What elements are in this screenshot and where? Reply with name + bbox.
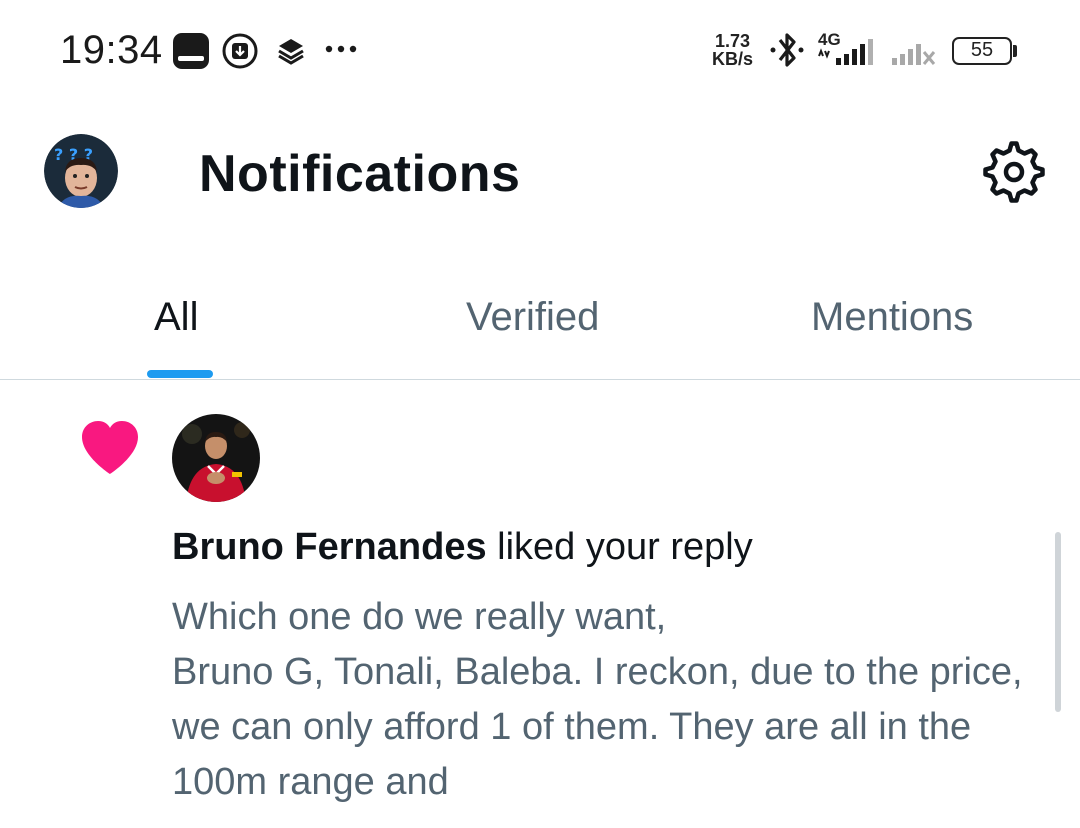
signal-no-service-icon <box>892 44 936 65</box>
signal-icon <box>818 39 873 65</box>
download-icon <box>222 33 258 69</box>
battery-level: 55 <box>970 39 994 61</box>
tab-verified[interactable]: Verified <box>466 295 599 340</box>
layers-icon <box>278 39 304 65</box>
battery-tip <box>1013 45 1017 57</box>
actor-name[interactable]: Bruno Fernandes <box>172 526 487 568</box>
notification-action: liked your reply <box>486 526 753 568</box>
battery-icon: 55 <box>952 37 1012 65</box>
tab-selected-indicator <box>147 370 213 378</box>
network-rate: 1.73 KB/s <box>712 32 753 68</box>
actor-avatar-image <box>172 414 260 502</box>
gear-icon[interactable] <box>983 141 1045 203</box>
profile-avatar[interactable]: ? ? ? <box>44 134 118 208</box>
tab-all[interactable]: All <box>154 295 198 340</box>
more-dots-icon <box>325 45 357 53</box>
reply-text: Which one do we really want, Bruno G, To… <box>172 596 1023 803</box>
scrollbar[interactable] <box>1055 532 1061 712</box>
page-title: Notifications <box>199 145 521 203</box>
tabs-divider <box>0 379 1080 380</box>
status-bar: 19:34 1.73 KB/s 4G 55 <box>0 0 1080 100</box>
bluetooth-icon <box>770 33 804 67</box>
app-icon <box>173 33 209 69</box>
tab-mentions[interactable]: Mentions <box>811 295 973 340</box>
status-time: 19:34 <box>60 28 163 72</box>
heart-icon <box>82 421 138 474</box>
network-rate-value: 1.73 <box>714 31 751 51</box>
network-rate-unit: KB/s <box>712 49 754 69</box>
notification-headline: Bruno Fernandes liked your reply <box>172 526 753 569</box>
actor-avatar[interactable] <box>172 414 260 502</box>
avatar-image: ? ? ? <box>44 134 118 208</box>
